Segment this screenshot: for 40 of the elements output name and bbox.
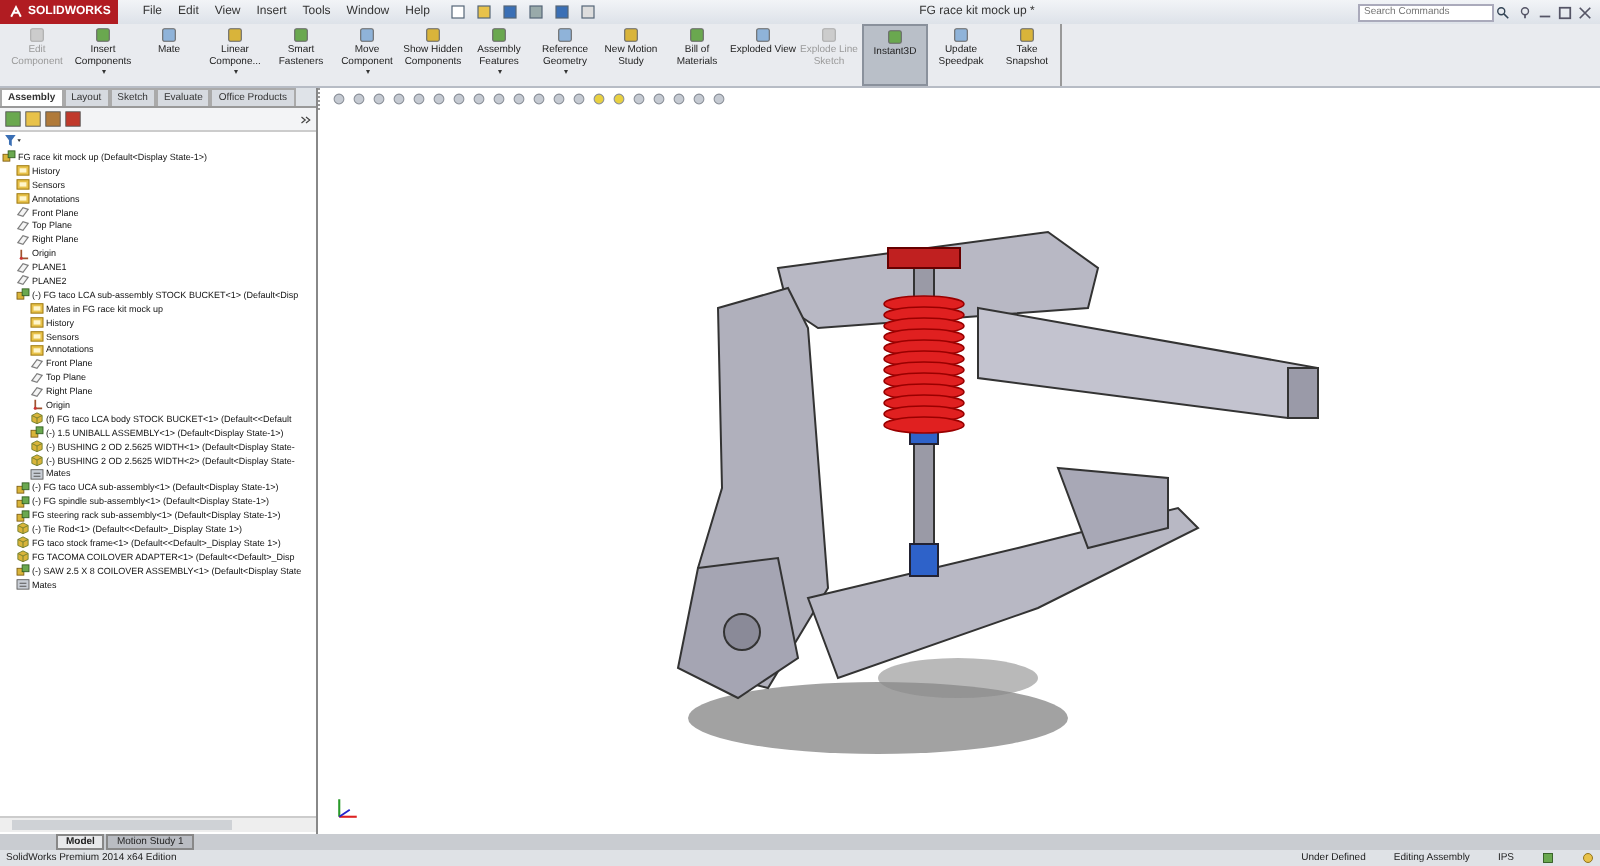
command-icon — [886, 28, 904, 46]
command-icon — [424, 26, 442, 44]
assembly-icon — [2, 150, 16, 163]
logo-icon — [8, 4, 24, 20]
caret-icon[interactable] — [365, 70, 369, 74]
command-icon — [160, 26, 178, 44]
assembly-icon — [30, 426, 44, 439]
part-icon — [30, 412, 44, 425]
caret-icon[interactable] — [497, 70, 501, 74]
maximize-icon[interactable] — [1558, 5, 1572, 19]
command-icon — [754, 26, 772, 44]
command-icon — [952, 26, 970, 44]
command-icon — [28, 26, 46, 44]
rebuild-icon[interactable] — [1542, 852, 1554, 864]
close-icon[interactable] — [1578, 5, 1592, 19]
origin-icon — [30, 398, 44, 411]
command-icon — [688, 26, 706, 44]
command-icon — [622, 26, 640, 44]
help-icon[interactable] — [1518, 5, 1532, 19]
filter-icon[interactable] — [4, 134, 22, 148]
search-icon[interactable] — [1496, 5, 1510, 19]
status-icon[interactable] — [1582, 852, 1594, 864]
command-icon — [358, 26, 376, 44]
command-icon — [292, 26, 310, 44]
chevron-icon[interactable] — [300, 113, 312, 125]
command-icon — [490, 26, 508, 44]
command-icon — [226, 26, 244, 44]
assembly-icon — [16, 564, 30, 577]
axis-triad-icon — [334, 794, 362, 822]
caret-icon[interactable] — [563, 70, 567, 74]
command-icon — [820, 26, 838, 44]
assembly-icon — [16, 288, 30, 301]
caret-icon[interactable] — [233, 70, 237, 74]
command-icon — [1018, 26, 1036, 44]
origin-icon — [16, 247, 30, 260]
mates-icon — [30, 467, 44, 480]
command-icon — [556, 26, 574, 44]
caret-icon[interactable] — [101, 70, 105, 74]
command-icon — [94, 26, 112, 44]
mates-icon — [16, 578, 30, 591]
